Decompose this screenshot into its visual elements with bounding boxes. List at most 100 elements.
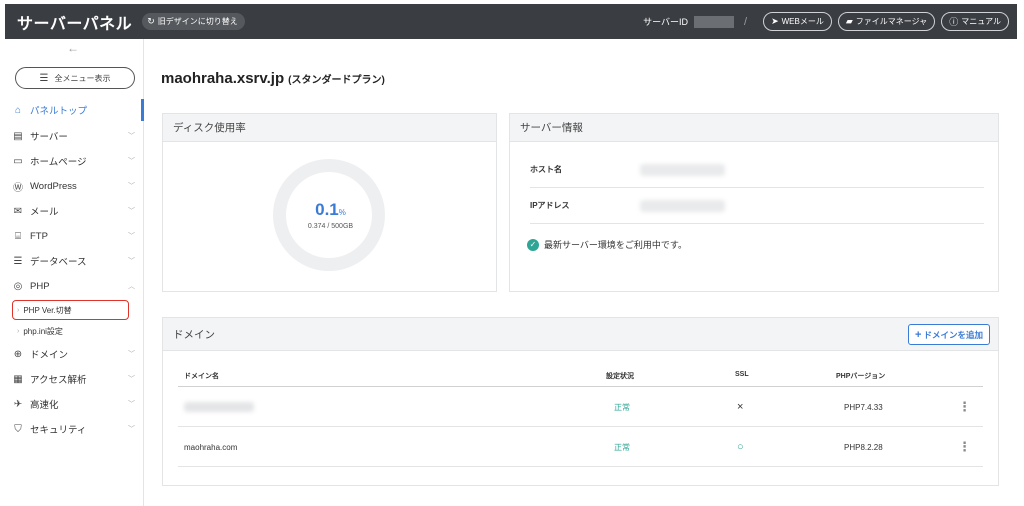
collapse-arrow-icon[interactable]: ← bbox=[67, 41, 79, 55]
chart-icon: ▦ bbox=[13, 373, 23, 385]
host-value bbox=[640, 163, 725, 176]
sidebar-item-label: パネルトップ bbox=[30, 106, 88, 117]
sidebar-item-label: WordPress bbox=[30, 180, 77, 192]
domain-heading: ドメイン bbox=[163, 318, 998, 351]
chevron-down-icon: ﹀ bbox=[128, 233, 135, 240]
webmail-button[interactable]: ➤ WEBメール bbox=[763, 12, 832, 31]
sidebar-item-label: メール bbox=[30, 207, 59, 218]
chevron-down-icon: ﹀ bbox=[128, 376, 135, 383]
domain-name-redacted bbox=[184, 402, 254, 412]
status-cell: 正常 bbox=[614, 402, 630, 412]
chevron-down-icon: ﹀ bbox=[128, 208, 135, 215]
more-options-icon[interactable]: ⋮ bbox=[958, 387, 971, 427]
sidebar-item-security[interactable]: ⛉ セキュリティ ﹀ bbox=[5, 418, 143, 440]
check-circle-icon: ✓ bbox=[527, 238, 539, 251]
paper-plane-icon: ➤ bbox=[771, 16, 779, 26]
server-status: ✓ 最新サーバー環境をご利用中です。 bbox=[527, 238, 687, 251]
hamburger-icon: ☰ bbox=[39, 72, 49, 84]
column-header-php: PHPバージョン bbox=[836, 373, 886, 380]
sidebar-item-access-analysis[interactable]: ▦ アクセス解析 ﹀ bbox=[5, 368, 143, 390]
sidebar-item-label: ホームページ bbox=[30, 157, 87, 168]
sidebar-subitem-php-ini[interactable]: › php.ini設定 bbox=[5, 323, 143, 339]
table-row: maohraha.com 正常 ○ PHP8.2.28 ⋮ bbox=[178, 427, 983, 467]
manual-label: マニュアル bbox=[961, 17, 1001, 26]
mail-icon: ✉ bbox=[13, 205, 23, 217]
add-domain-label: ドメインを追加 bbox=[923, 329, 983, 340]
php-icon: ◎ bbox=[13, 280, 23, 292]
chevron-down-icon: ﹀ bbox=[128, 183, 135, 190]
disk-usage-detail: 0.374 / 500GB bbox=[307, 223, 354, 230]
sidebar-item-label: セキュリティ bbox=[30, 425, 87, 436]
sidebar-item-panel-top[interactable]: ⌂ パネルトップ bbox=[5, 99, 143, 121]
sidebar-item-mail[interactable]: ✉ メール ﹀ bbox=[5, 200, 143, 222]
chevron-right-icon: › bbox=[17, 327, 20, 335]
sidebar-item-label: 高速化 bbox=[30, 400, 59, 411]
disk-usage-value: 0.1% bbox=[163, 200, 498, 220]
sidebar-subitem-label: php.ini設定 bbox=[23, 326, 63, 336]
sidebar-item-homepage[interactable]: ▭ ホームページ ﹀ bbox=[5, 150, 143, 172]
speed-icon: ✈ bbox=[13, 398, 23, 410]
sidebar-item-domain[interactable]: ⊕ ドメイン ﹀ bbox=[5, 343, 143, 365]
server-info-card: サーバー情報 ホスト名 IPアドレス ✓ 最新サーバー環境をご利用中です。 bbox=[509, 113, 999, 292]
highlight-frame bbox=[12, 300, 129, 320]
sidebar-item-speed[interactable]: ✈ 高速化 ﹀ bbox=[5, 393, 143, 415]
disk-usage-card: ディスク使用率 0.1% 0.374 / 500GB bbox=[162, 113, 497, 292]
chevron-down-icon: ﹀ bbox=[128, 258, 135, 265]
top-bar: サーバーパネル ↻ 旧デザインに切り替え サーバーID / ➤ WEBメール ▰… bbox=[5, 4, 1017, 39]
disk-usage-percent: 0.1 bbox=[315, 200, 339, 219]
status-cell: 正常 bbox=[614, 442, 630, 452]
sidebar-item-label: アクセス解析 bbox=[30, 375, 87, 386]
ip-value bbox=[640, 199, 725, 212]
chevron-down-icon: ﹀ bbox=[128, 426, 135, 433]
all-menu-label: 全メニュー表示 bbox=[54, 73, 111, 83]
ip-row: IPアドレス bbox=[530, 188, 984, 224]
home-icon: ⌂ bbox=[14, 104, 22, 116]
wordpress-icon: Ⓦ bbox=[13, 182, 23, 194]
server-status-text: 最新サーバー環境をご利用中です。 bbox=[544, 240, 688, 250]
folder-icon: ▰ bbox=[845, 16, 853, 26]
manual-button[interactable]: ⓘ マニュアル bbox=[941, 12, 1009, 31]
old-design-toggle[interactable]: ↻ 旧デザインに切り替え bbox=[142, 13, 245, 30]
file-manager-button[interactable]: ▰ ファイルマネージャ bbox=[837, 12, 936, 31]
sidebar-item-server[interactable]: ▤ サーバー ﹀ bbox=[5, 125, 143, 147]
column-header-ssl: SSL bbox=[735, 371, 749, 378]
sidebar: ← ☰ 全メニュー表示 ⌂ パネルトップ ▤ サーバー ﹀ ▭ ホームページ ﹀… bbox=[5, 39, 144, 506]
chevron-down-icon: ﹀ bbox=[128, 351, 135, 358]
domain-title: maohraha.xsrv.jp bbox=[161, 70, 285, 87]
domain-card: ドメイン + ドメインを追加 ドメイン名 設定状況 SSL PHPバージョン 正… bbox=[162, 317, 999, 486]
disk-usage-heading: ディスク使用率 bbox=[163, 114, 496, 142]
file-manager-label: ファイルマネージャ bbox=[855, 17, 928, 26]
server-icon: ▤ bbox=[13, 130, 23, 142]
ssl-cross-icon: × bbox=[737, 401, 744, 413]
chevron-up-icon: ︿ bbox=[128, 283, 135, 290]
sidebar-item-database[interactable]: ☰ データベース ﹀ bbox=[5, 250, 143, 272]
more-options-icon[interactable]: ⋮ bbox=[958, 427, 971, 467]
sidebar-item-php[interactable]: ◎ PHP ︿ bbox=[5, 275, 143, 297]
webmail-label: WEBメール bbox=[781, 17, 824, 26]
table-row: 正常 × PHP7.4.33 ⋮ bbox=[178, 387, 983, 427]
host-label: ホスト名 bbox=[530, 165, 562, 174]
all-menu-button[interactable]: ☰ 全メニュー表示 bbox=[15, 67, 135, 89]
sidebar-item-label: データベース bbox=[30, 257, 87, 268]
plan-label: (スタンダードプラン) bbox=[288, 75, 385, 86]
sidebar-item-label: ドメイン bbox=[30, 350, 69, 361]
browser-icon: ▭ bbox=[13, 155, 23, 167]
domain-name-cell: maohraha.com bbox=[184, 442, 238, 452]
sidebar-item-label: FTP bbox=[30, 230, 48, 242]
host-row: ホスト名 bbox=[530, 152, 984, 188]
globe-icon: ⊕ bbox=[13, 348, 23, 360]
ssl-circle-icon: ○ bbox=[737, 441, 744, 453]
server-info-heading: サーバー情報 bbox=[510, 114, 998, 142]
ip-label: IPアドレス bbox=[530, 201, 570, 210]
domain-name-cell bbox=[184, 387, 254, 427]
database-icon: ☰ bbox=[13, 255, 23, 267]
chevron-down-icon: ﹀ bbox=[128, 401, 135, 408]
header-separator: / bbox=[744, 15, 748, 28]
chevron-down-icon: ﹀ bbox=[128, 158, 135, 165]
disk-usage-unit: % bbox=[338, 208, 346, 217]
php-version-cell: PHP8.2.28 bbox=[844, 442, 883, 452]
sidebar-item-ftp[interactable]: ⌸ FTP ﹀ bbox=[5, 225, 143, 247]
brand-title: サーバーパネル bbox=[17, 15, 133, 33]
sidebar-item-wordpress[interactable]: Ⓦ WordPress ﹀ bbox=[5, 175, 143, 197]
add-domain-button[interactable]: + ドメインを追加 bbox=[908, 324, 990, 345]
